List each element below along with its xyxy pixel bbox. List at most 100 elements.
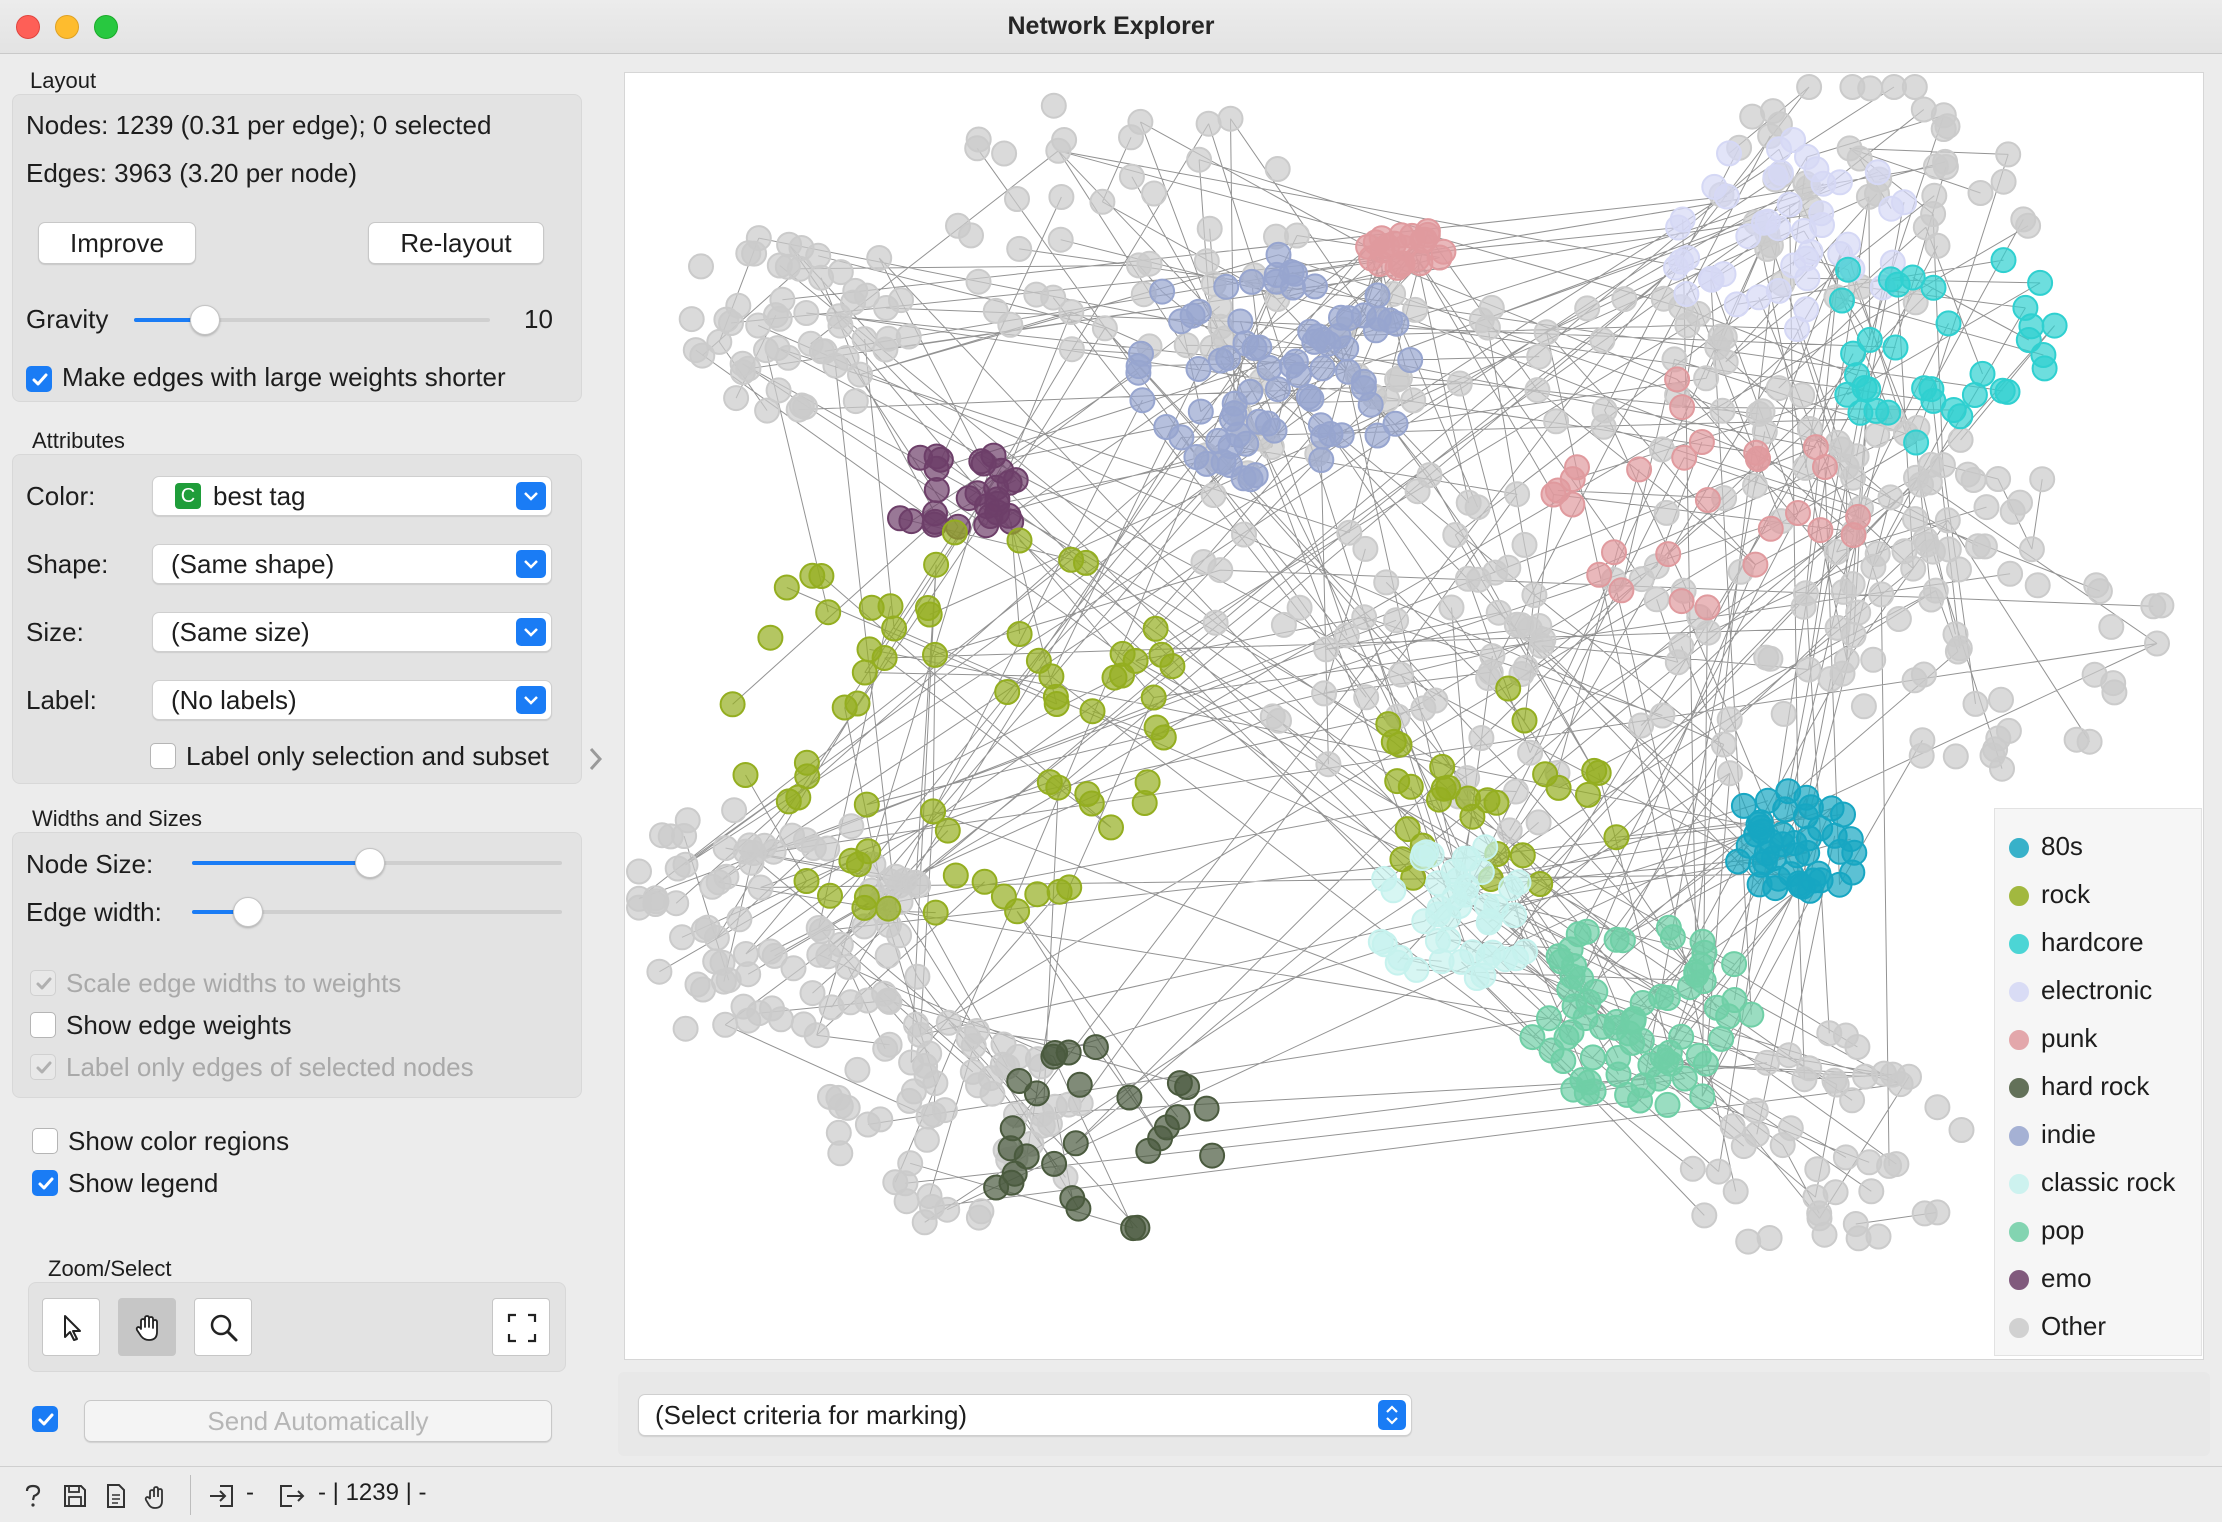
label-only-selection-checkbox[interactable] — [150, 743, 176, 769]
graph-node — [1883, 1151, 1910, 1178]
show-legend-checkbox[interactable] — [32, 1170, 58, 1196]
show-edge-weights-label: Show edge weights — [66, 1010, 292, 1040]
send-automatically-button[interactable]: Send Automatically — [84, 1400, 552, 1442]
size-combo[interactable]: (Same size) — [152, 612, 552, 652]
scale-edges-checkbox[interactable] — [30, 970, 56, 996]
graph-node — [1589, 327, 1616, 354]
pan-tool-button[interactable] — [118, 1298, 176, 1356]
graph-node — [1185, 298, 1212, 325]
edge-width-slider-handle[interactable] — [233, 897, 263, 927]
graph-node — [1475, 944, 1502, 971]
legend-swatch — [2009, 838, 2029, 858]
graph-node — [982, 297, 1009, 324]
graph-node — [1371, 931, 1398, 958]
graph-node — [1808, 200, 1835, 227]
network-graph[interactable] — [625, 73, 2205, 1361]
graph-node — [1496, 817, 1523, 844]
graph-node — [1716, 706, 1743, 733]
help-icon[interactable] — [22, 1483, 44, 1509]
graph-node — [1995, 141, 2022, 168]
legend-label: classic rock — [2041, 1167, 2176, 1197]
graph-node — [1668, 248, 1695, 275]
gravity-slider-handle[interactable] — [190, 305, 220, 335]
graph-node — [838, 813, 865, 840]
graph-node — [1742, 472, 1768, 499]
shape-combo[interactable]: (Same shape) — [152, 544, 552, 584]
graph-node — [1238, 268, 1265, 295]
report-icon[interactable] — [104, 1483, 128, 1509]
graph-node — [1148, 641, 1175, 668]
collapse-panel-chevron-icon[interactable] — [588, 746, 604, 772]
graph-node — [741, 240, 768, 267]
hand-wave-icon[interactable] — [142, 1483, 170, 1511]
node-size-slider-handle[interactable] — [355, 848, 385, 878]
relayout-button[interactable]: Re-layout — [368, 222, 544, 264]
graph-node — [1947, 426, 1974, 453]
graph-node — [1174, 1074, 1201, 1100]
label-combo[interactable]: (No labels) — [152, 680, 552, 720]
graph-node — [1988, 686, 2014, 713]
color-combo[interactable]: C best tag — [152, 476, 552, 516]
graph-node — [1078, 790, 1105, 817]
legend-label: indie — [2041, 1119, 2096, 1149]
graph-node — [1308, 447, 1335, 473]
graph-node — [1877, 484, 1904, 511]
graph-node — [853, 282, 880, 309]
graph-node — [1878, 195, 1905, 222]
graph-node — [1812, 454, 1838, 480]
graph-node — [718, 310, 744, 336]
graph-node — [671, 823, 698, 849]
shorter-edges-checkbox[interactable] — [26, 366, 52, 392]
graph-node — [965, 1072, 991, 1099]
graph-node — [1751, 849, 1778, 875]
graph-node — [1922, 577, 1949, 604]
graph-node — [732, 762, 759, 788]
graph-node — [1643, 586, 1670, 613]
marking-criteria-combo[interactable]: (Select criteria for marking) — [638, 1394, 1412, 1436]
graph-node — [1785, 500, 1811, 526]
network-canvas[interactable] — [624, 72, 2204, 1360]
graph-node — [1129, 387, 1156, 414]
graph-node — [1683, 961, 1710, 988]
label-selected-edges-checkbox[interactable] — [30, 1054, 56, 1080]
scale-edges-label: Scale edge widths to weights — [66, 968, 402, 998]
graph-node — [1694, 594, 1721, 621]
show-edge-weights-checkbox[interactable] — [30, 1012, 56, 1038]
graph-node — [1967, 180, 1994, 206]
edges-info: Edges: 3963 (3.20 per node) — [26, 158, 358, 188]
graph-node — [1673, 281, 1700, 307]
save-icon[interactable] — [62, 1483, 88, 1509]
edge-width-label: Edge width: — [26, 897, 162, 927]
graph-node — [730, 993, 757, 1020]
legend-swatch — [2009, 1126, 2029, 1146]
graph-node — [1709, 397, 1736, 424]
send-automatically-checkbox[interactable] — [32, 1406, 58, 1432]
graph-node — [907, 1021, 934, 1048]
shorter-edges-label: Make edges with large weights shorter — [62, 362, 506, 392]
graph-node — [875, 987, 902, 1014]
graph-node — [1908, 742, 1935, 769]
fit-view-button[interactable] — [492, 1298, 550, 1356]
updown-chevron-icon — [1378, 1400, 1406, 1430]
graph-node — [1109, 662, 1135, 689]
improve-button[interactable]: Improve — [38, 222, 196, 264]
graph-node — [1920, 274, 1947, 301]
graph-node — [1653, 499, 1680, 526]
graph-node — [1858, 1178, 1885, 1205]
select-tool-button[interactable] — [42, 1298, 100, 1356]
zoom-tool-button[interactable] — [194, 1298, 252, 1356]
graph-node — [1504, 481, 1531, 508]
graph-node — [922, 1070, 949, 1097]
graph-node — [1784, 316, 1810, 342]
show-color-regions-checkbox[interactable] — [32, 1128, 58, 1154]
graph-node — [1864, 159, 1891, 186]
graph-node — [1601, 539, 1627, 566]
graph-node — [1903, 464, 1929, 491]
label-only-selection-label: Label only selection and subset — [186, 741, 549, 771]
color-combo-value: best tag — [213, 481, 306, 511]
graph-node — [1794, 265, 1821, 292]
graph-node — [719, 691, 746, 718]
graph-node — [1994, 378, 2021, 405]
graph-node — [965, 1204, 992, 1231]
legend-label: rock — [2041, 879, 2091, 909]
